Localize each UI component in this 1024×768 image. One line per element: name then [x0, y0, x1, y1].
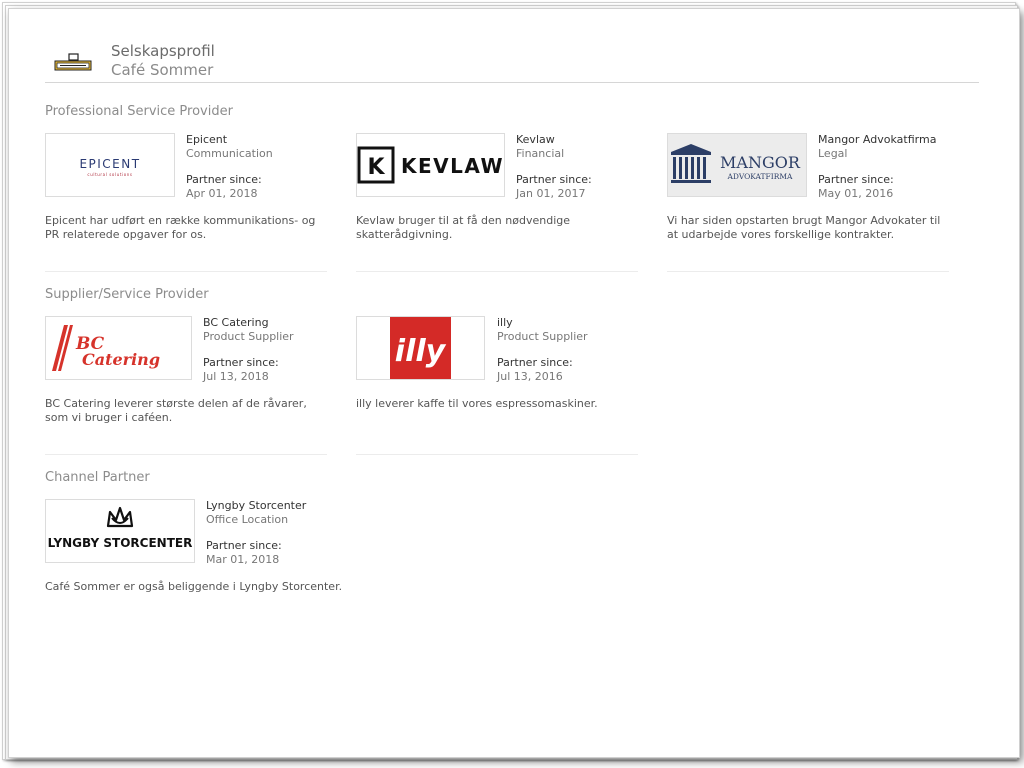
- partner-logo: K KEVLAW: [356, 133, 505, 197]
- partner-name: Lyngby Storcenter: [206, 499, 307, 512]
- svg-text:KEVLAW: KEVLAW: [401, 154, 504, 178]
- partner-since-label: Partner since:: [516, 173, 592, 186]
- partner-since-label: Partner since:: [203, 356, 279, 369]
- svg-text:MANGOR: MANGOR: [720, 153, 801, 172]
- partner-logo: MANGOR ADVOKATFIRMA: [667, 133, 807, 197]
- section-title-professional: Professional Service Provider: [45, 104, 233, 119]
- partner-since-label: Partner since:: [497, 356, 573, 369]
- partner-type: Legal: [818, 147, 848, 160]
- partner-logo: LYNGBY STORCENTER: [45, 499, 195, 563]
- partner-since-date: Apr 01, 2018: [186, 187, 258, 200]
- partner-logo: illy: [356, 316, 485, 380]
- partner-card-lyngby-storcenter[interactable]: LYNGBY STORCENTER Lyngby Storcenter Offi…: [45, 499, 342, 637]
- partner-type: Communication: [186, 147, 273, 160]
- partner-since-date: May 01, 2016: [818, 187, 894, 200]
- partner-since-date: Jul 13, 2018: [203, 370, 269, 383]
- partner-name: Epicent: [186, 133, 228, 146]
- svg-text:ADVOKATFIRMA: ADVOKATFIRMA: [727, 172, 794, 181]
- partner-description: BC Catering leverer største delen af de …: [45, 397, 307, 424]
- partner-type: Office Location: [206, 513, 289, 526]
- partner-type: Product Supplier: [203, 330, 294, 343]
- partner-name: illy: [497, 316, 513, 329]
- company-name: Café Sommer: [111, 61, 214, 79]
- partner-since-label: Partner since:: [186, 173, 262, 186]
- company-profile-page: Selskapsprofil Café Sommer Professional …: [8, 8, 1018, 756]
- section-title-supplier: Supplier/Service Provider: [45, 287, 209, 302]
- partner-since-label: Partner since:: [206, 539, 282, 552]
- partner-description: illy leverer kaffe til vores espressomas…: [356, 397, 598, 410]
- partner-since-date: Jan 01, 2017: [516, 187, 586, 200]
- svg-text:K: K: [367, 155, 385, 180]
- partner-card-mangor[interactable]: MANGOR ADVOKATFIRMA Mangor Advokatfirma …: [667, 133, 949, 272]
- partner-name: BC Catering: [203, 316, 269, 329]
- partner-description: Vi har siden opstarten brugt Mangor Advo…: [667, 214, 941, 241]
- partner-description: Kevlaw bruger til at få den nødvendige s…: [356, 214, 571, 241]
- partner-logo: EPICENT cultural solutions: [45, 133, 175, 197]
- partner-name: Kevlaw: [516, 133, 555, 146]
- cafe-sommer-logo-icon: [54, 53, 92, 71]
- svg-text:LYNGBY STORCENTER: LYNGBY STORCENTER: [48, 536, 193, 550]
- section-title-channel: Channel Partner: [45, 470, 150, 485]
- partner-name: Mangor Advokatfirma: [818, 133, 937, 146]
- svg-text:cultural solutions: cultural solutions: [87, 172, 132, 177]
- partner-since-date: Jul 13, 2016: [497, 370, 563, 383]
- page-title: Selskapsprofil: [111, 42, 215, 60]
- partner-card-kevlaw[interactable]: K KEVLAW Kevlaw Financial Partner since:…: [356, 133, 638, 272]
- partner-logo: BC Catering: [45, 316, 192, 380]
- partner-type: Product Supplier: [497, 330, 588, 343]
- partner-description: Café Sommer er også beliggende i Lyngby …: [45, 580, 343, 593]
- partner-since-date: Mar 01, 2018: [206, 553, 280, 566]
- svg-text:illy: illy: [395, 334, 447, 369]
- partner-card-bc-catering[interactable]: BC Catering BC Catering Product Supplier…: [45, 316, 327, 455]
- partner-card-illy[interactable]: illy illy Product Supplier Partner since…: [356, 316, 638, 455]
- svg-text:Catering: Catering: [82, 350, 160, 369]
- partner-since-label: Partner since:: [818, 173, 894, 186]
- profile-header: Selskapsprofil Café Sommer: [45, 38, 979, 83]
- partner-type: Financial: [516, 147, 565, 160]
- svg-text:EPICENT: EPICENT: [79, 157, 140, 171]
- partner-description: Epicent har udført en række kommunikatio…: [45, 214, 316, 241]
- partner-card-epicent[interactable]: EPICENT cultural solutions Epicent Commu…: [45, 133, 327, 272]
